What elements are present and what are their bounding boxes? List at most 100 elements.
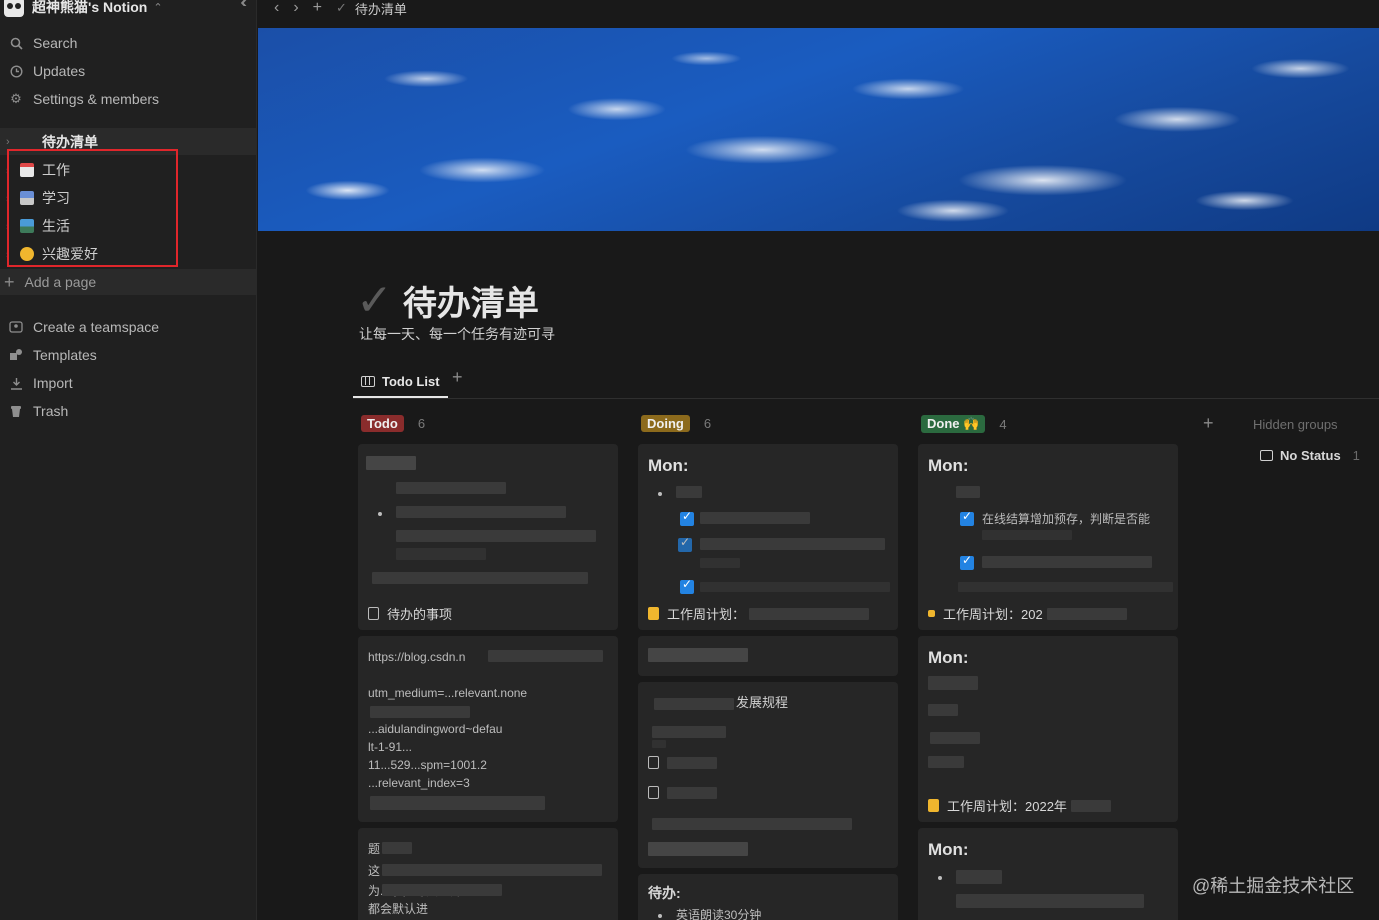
calendar-icon [20, 163, 34, 177]
clock-icon [8, 63, 24, 79]
folder-icon [928, 799, 939, 812]
status-tag: Doing [641, 415, 690, 432]
status-tag: Todo [361, 415, 404, 432]
sidebar-item-label: Settings & members [33, 91, 160, 107]
chevron-right-icon[interactable]: › [6, 193, 20, 203]
board-icon [361, 375, 375, 387]
sidebar: 超神熊猫's Notion ⌃ ‹‹ Search Updates ⚙ Sett… [0, 0, 257, 920]
card-heading: Mon: [928, 456, 969, 475]
collapse-sidebar-icon[interactable]: ‹‹ [240, 0, 246, 12]
column-header-doing[interactable]: Doing 6 [641, 415, 711, 432]
sidebar-item-label: 工作 [42, 162, 70, 178]
card-subpage [648, 786, 717, 799]
sidebar-item-label: Search [33, 35, 78, 51]
new-page-plus-icon[interactable]: + [313, 0, 322, 17]
view-tab-label: Todo List [382, 373, 440, 389]
checkmark-icon: ✓ [336, 0, 347, 15]
document-icon [648, 786, 659, 799]
column-header-done[interactable]: Done 🙌 4 [921, 415, 1007, 433]
sidebar-item-label: 待办清单 [42, 133, 98, 150]
add-view-plus-icon[interactable]: + [452, 367, 463, 388]
sidebar-item-label: 兴趣爱好 [42, 246, 98, 262]
chevron-right-icon[interactable]: › [6, 165, 20, 175]
sidebar-item-import[interactable]: Import [0, 370, 257, 396]
watermark: @稀土掘金技术社区 [1192, 876, 1355, 896]
page-title[interactable]: 待办清单 [403, 276, 539, 325]
status-tag: Done 🙌 [921, 415, 986, 433]
back-arrow-icon[interactable]: ‹ [274, 0, 279, 17]
chevron-right-icon[interactable]: › [6, 136, 36, 148]
sidebar-item-label: 生活 [42, 218, 70, 234]
board-card[interactable]: 待办: 英语朗读30分钟 [638, 874, 898, 920]
forward-arrow-icon[interactable]: › [293, 0, 298, 17]
smiley-icon [20, 247, 34, 261]
board-card[interactable] [638, 636, 898, 676]
workspace-switcher[interactable]: 超神熊猫's Notion ⌃ ‹‹ [0, 0, 257, 20]
board-card[interactable]: 待办的事项 [358, 444, 618, 630]
column-count: 6 [703, 416, 712, 431]
chevron-right-icon[interactable]: › [6, 249, 20, 259]
sidebar-subpage-study[interactable]: › 学习 [0, 184, 257, 212]
card-title: 待办的事项 [368, 604, 452, 623]
column-count: 4 [999, 416, 1007, 432]
card-text: 发展规程 [736, 695, 789, 710]
card-text: https://blog.csdn.n [368, 650, 466, 664]
sidebar-item-label: Import [33, 375, 73, 391]
sidebar-item-trash[interactable]: Trash [0, 398, 257, 424]
sidebar-item-create-teamspace[interactable]: Create a teamspace [0, 314, 257, 340]
document-icon [648, 756, 659, 769]
card-text: 这 [368, 864, 381, 878]
board-card[interactable]: 题 这 为...录，每天打开 都会默认进 [358, 828, 618, 920]
sidebar-item-updates[interactable]: Updates [0, 58, 257, 84]
cover-image [258, 28, 1379, 231]
card-text: lt-1-91... [368, 740, 413, 754]
plus-icon: + [4, 271, 15, 292]
column-header-todo[interactable]: Todo 6 [361, 415, 425, 432]
board-card[interactable]: 发展规程 [638, 682, 898, 868]
card-title: 工作周计划：2022年 [928, 796, 1111, 815]
sidebar-subpage-work[interactable]: › 工作 [0, 156, 257, 184]
trash-icon [8, 403, 24, 419]
divider [353, 398, 1379, 399]
sidebar-item-label: Templates [33, 347, 97, 363]
add-page-button[interactable]: + Add a page [0, 269, 257, 295]
sidebar-item-todo-list[interactable]: › 待办清单 [0, 128, 257, 155]
board-card[interactable]: Mon: 工作周计划： [638, 444, 898, 630]
workspace-avatar [4, 0, 24, 17]
page-description[interactable]: 让每一天、每一个任务有迹可寻 [359, 324, 555, 344]
sidebar-item-search[interactable]: Search [0, 30, 257, 56]
sidebar-item-label: Create a teamspace [33, 319, 160, 335]
sidebar-item-settings[interactable]: ⚙ Settings & members [0, 86, 257, 112]
add-group-plus-icon[interactable]: + [1203, 413, 1214, 434]
board-card[interactable]: Mon: 在线结算增加预存，判断是否能 工作周计划：202 [918, 444, 1178, 630]
card-text: 题 [368, 842, 381, 856]
breadcrumb[interactable]: 待办清单 [355, 0, 407, 18]
sidebar-subpage-hobby[interactable]: › 兴趣爱好 [0, 240, 257, 268]
import-icon [8, 375, 24, 391]
view-tab-todo-list[interactable]: Todo List [353, 366, 448, 398]
top-bar: ‹ › + ✓ 待办清单 [258, 0, 1379, 28]
inbox-icon [1260, 450, 1273, 461]
hidden-group-no-status[interactable]: No Status 1 [1260, 448, 1360, 463]
folder-icon [928, 610, 935, 617]
chevron-updown-icon: ⌃ [153, 1, 163, 14]
no-status-label: No Status [1280, 448, 1341, 463]
card-text: 都会默认进 [368, 902, 429, 916]
card-text: 在线结算增加预存，判断是否能 [982, 512, 1151, 526]
column-count: 6 [417, 416, 426, 431]
checkmark-icon[interactable]: ✓ [356, 278, 393, 323]
card-subpage [648, 756, 717, 769]
sidebar-subpage-life[interactable]: › 生活 [0, 212, 257, 240]
search-icon [8, 35, 24, 51]
card-heading: Mon: [928, 840, 969, 859]
hidden-groups-label: Hidden groups [1253, 417, 1338, 432]
landscape-icon [20, 219, 34, 233]
board-card[interactable]: Mon: [918, 828, 1178, 920]
sidebar-item-templates[interactable]: Templates [0, 342, 257, 368]
card-title: 工作周计划：202 [928, 604, 1127, 623]
folder-icon [648, 607, 659, 620]
templates-icon [8, 347, 24, 363]
chevron-right-icon[interactable]: › [6, 221, 20, 231]
board-card[interactable]: Mon: 工作周计划：2022年 [918, 636, 1178, 822]
board-card[interactable]: https://blog.csdn.n utm_medium=...releva… [358, 636, 618, 822]
